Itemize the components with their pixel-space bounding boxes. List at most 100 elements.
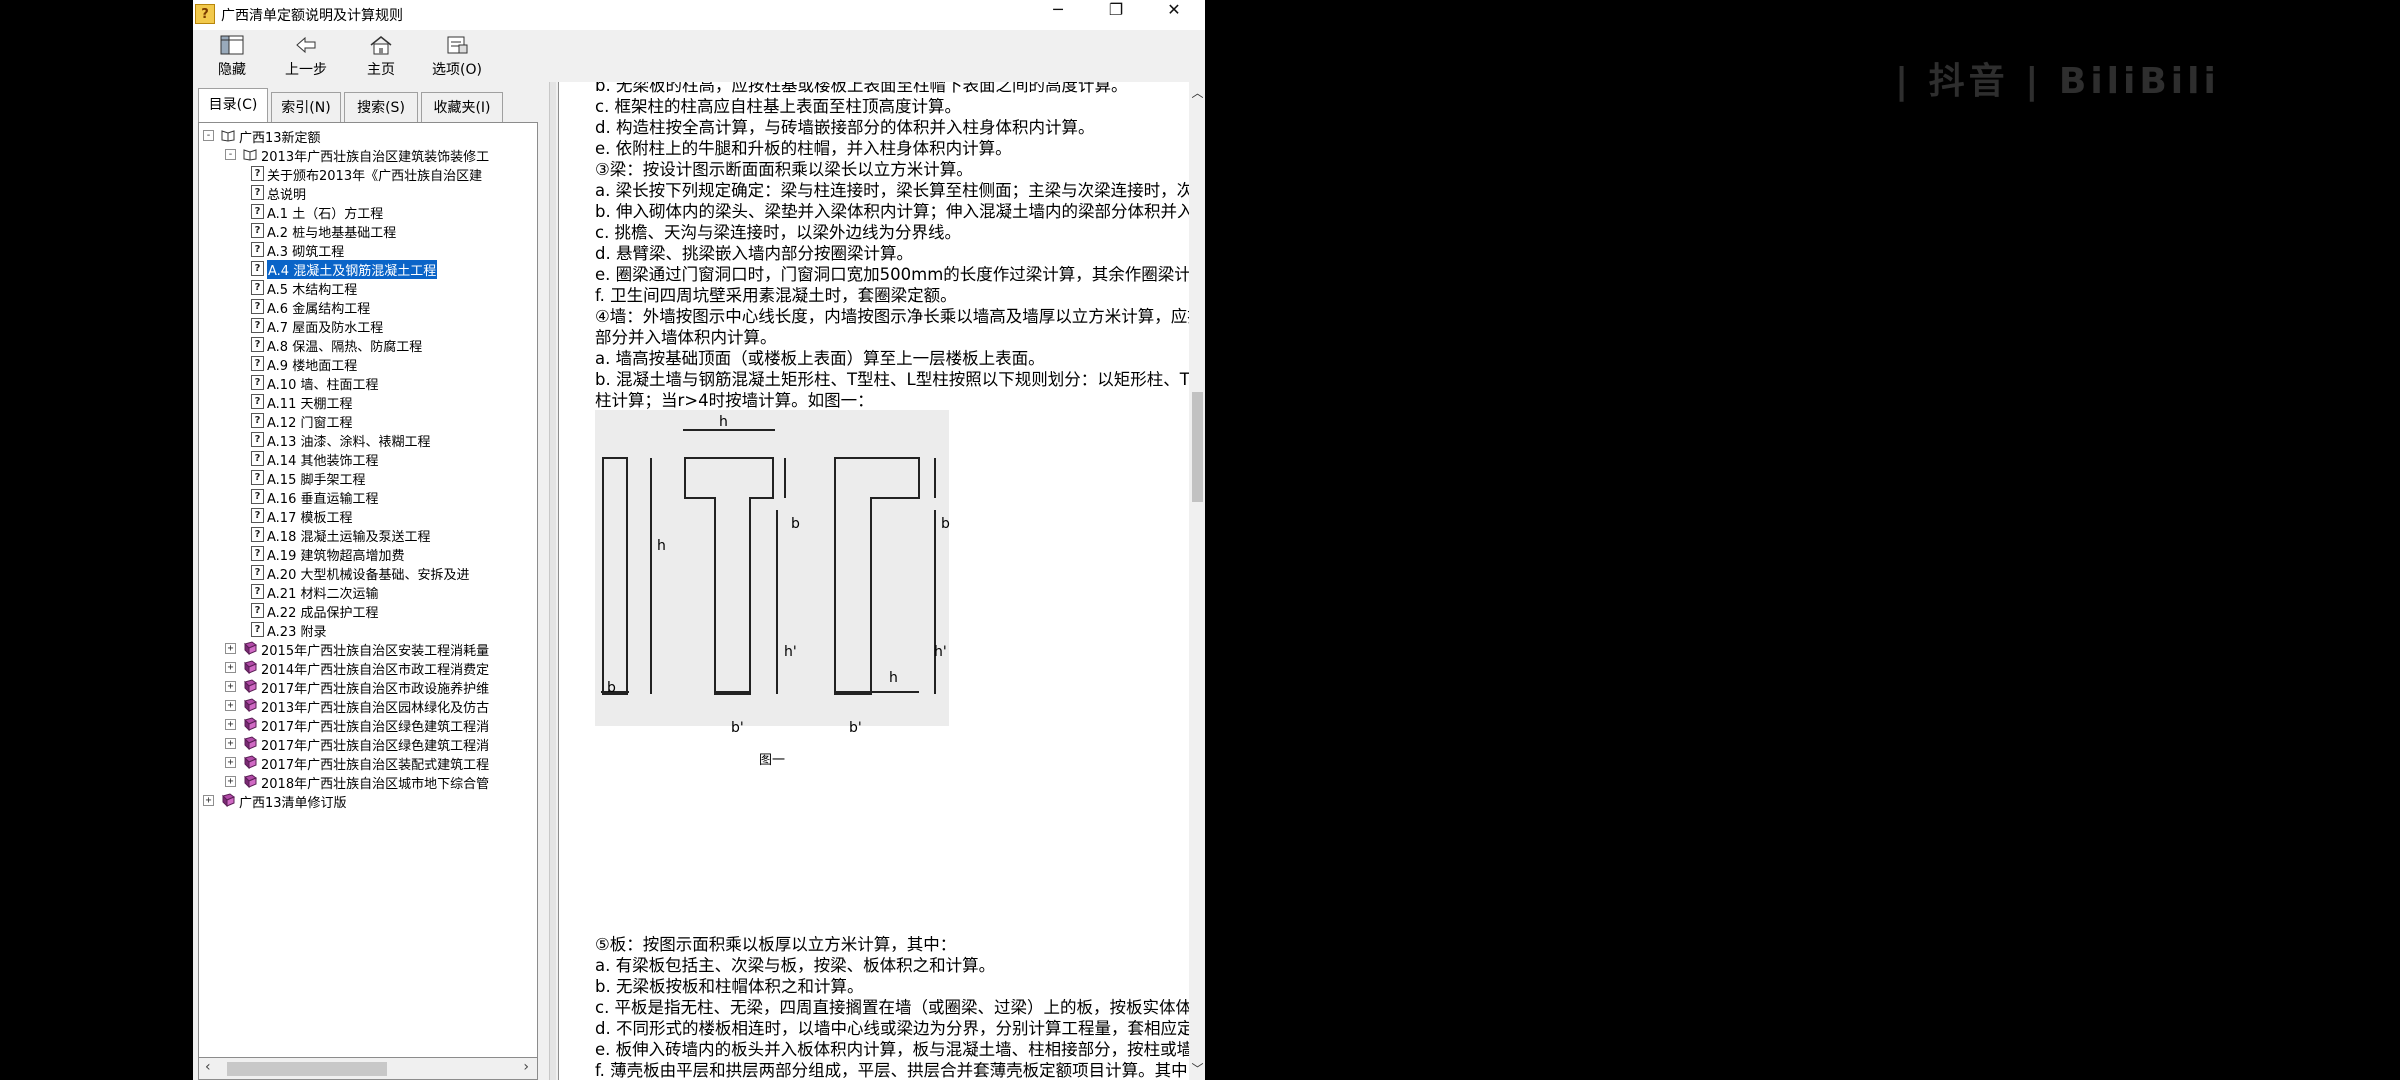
figure-label-b: b	[607, 680, 616, 696]
help-page-icon: ?	[251, 356, 264, 371]
tab-index[interactable]: 索引(N)	[271, 92, 341, 122]
hide-pane-icon	[196, 34, 268, 58]
help-page-icon: ?	[251, 470, 264, 485]
help-page-icon: ?	[251, 318, 264, 333]
scroll-left-icon[interactable]: ‹	[205, 1059, 211, 1075]
scroll-down-icon[interactable]: ﹀	[1190, 1060, 1205, 1077]
figure-label-h: h	[657, 538, 666, 554]
tree-item-label: 2017年广西壮族自治区绿色建筑工程消	[261, 739, 490, 754]
scroll-thumb[interactable]	[227, 1062, 387, 1076]
video-watermark: | 抖音 | BiliBili	[1895, 61, 2220, 102]
content-line: e. 板伸入砖墙内的板头并入板体积内计算，板与混凝土墙、柱相接部分，按柱或墙计算…	[595, 1040, 1205, 1059]
help-page-icon: ?	[251, 204, 264, 219]
help-page-icon: ?	[251, 394, 264, 409]
help-page-icon: ?	[251, 375, 264, 390]
topic-content: b. 无梁板的柱高，应按柱基或楼板上表面至柱帽下表面之间的高度计算。 c. 框架柱…	[558, 82, 1205, 1080]
help-page-icon: ?	[251, 527, 264, 542]
expand-icon[interactable]: +	[225, 700, 236, 711]
tree-horizontal-scrollbar[interactable]: ‹ ›	[198, 1058, 538, 1080]
help-page-icon: ?	[251, 185, 264, 200]
help-page-icon: ?	[251, 489, 264, 504]
help-page-icon: ?	[251, 508, 264, 523]
expand-icon[interactable]: +	[225, 738, 236, 749]
figure-label-b-t: b	[791, 516, 800, 532]
closed-book-icon	[244, 736, 257, 750]
figure-label-bprime-t: b'	[731, 720, 744, 736]
scroll-thumb[interactable]	[1192, 392, 1203, 502]
expand-icon[interactable]: +	[225, 681, 236, 692]
toolbar: 隐藏 上一步 主页 选项(O)	[193, 30, 1205, 80]
help-page-icon: ?	[251, 546, 264, 561]
tree-item-label: A.3 砌筑工程	[267, 245, 345, 260]
tree-item-label: A.18 混凝土运输及泵送工程	[267, 530, 431, 545]
help-page-icon: ?	[251, 622, 264, 637]
content-line: d. 悬臂梁、挑梁嵌入墙内部分按圈梁计算。	[595, 244, 913, 263]
help-page-icon: ?	[251, 451, 264, 466]
hide-label: 隐藏	[218, 62, 246, 78]
window-title: 广西清单定额说明及计算规则	[221, 8, 403, 24]
content-vertical-scrollbar[interactable]: ︿ ﹀	[1189, 82, 1205, 1080]
open-book-icon	[243, 149, 257, 161]
back-button[interactable]: 上一步	[270, 32, 342, 78]
tree-item-label: A.21 材料二次运输	[267, 587, 379, 602]
tree-item-label: A.6 金属结构工程	[267, 302, 371, 317]
closed-book-icon	[244, 679, 257, 693]
help-page-icon: ?	[251, 280, 264, 295]
help-page-icon: ?	[251, 299, 264, 314]
figure-label-hprime-t: h'	[784, 644, 797, 660]
tree-item-label: 2013年广西壮族自治区园林绿化及仿古	[261, 701, 490, 716]
content-line: 柱计算；当r>4时按墙计算。如图一：	[595, 391, 874, 410]
expand-icon[interactable]: +	[225, 719, 236, 730]
tree-item-label: A.10 墙、柱面工程	[267, 378, 379, 393]
tab-contents[interactable]: 目录(C)	[198, 88, 268, 122]
expand-icon[interactable]: +	[225, 757, 236, 768]
content-line: a. 墙高按基础顶面（或楼板上表面）算至上一层楼板上表面。	[595, 349, 1045, 368]
tree-item-label: 2014年广西壮族自治区市政工程消费定	[261, 663, 490, 678]
options-label: 选项(O)	[432, 62, 482, 78]
help-window: ? 广西清单定额说明及计算规则 ─ ❐ ✕ 隐藏 上一步 主页 选项(O) 目录…	[193, 0, 1205, 1080]
pane-splitter[interactable]	[549, 82, 556, 1080]
tree-item-label: 广西13清单修订版	[239, 796, 347, 811]
minimize-button[interactable]: ─	[1029, 0, 1087, 30]
collapse-icon[interactable]: -	[225, 149, 236, 160]
content-line: b. 混凝土墙与钢筋混凝土矩形柱、T型柱、L型柱按照以下规则划分：以矩形柱、T型…	[595, 370, 1205, 389]
home-button[interactable]: 主页	[345, 32, 417, 78]
tree-item-label: 广西13新定额	[239, 131, 321, 146]
tree-item-label: A.17 模板工程	[267, 511, 353, 526]
expand-icon[interactable]: +	[203, 795, 214, 806]
tree-item-label: A.7 屋面及防水工程	[267, 321, 384, 336]
scroll-right-icon[interactable]: ›	[523, 1059, 529, 1075]
tree-item-label: A.5 木结构工程	[267, 283, 358, 298]
collapse-icon[interactable]: -	[203, 130, 214, 141]
figure-label-hprime-l: h'	[934, 644, 947, 660]
content-line: 部分并入墙体积内计算。	[595, 328, 777, 347]
closed-book-icon	[244, 641, 257, 655]
tree-item-label: 2017年广西壮族自治区装配式建筑工程	[261, 758, 490, 773]
content-line: ③梁：按设计图示断面面积乘以梁长以立方米计算。	[595, 160, 973, 179]
closed-book-icon	[244, 755, 257, 769]
options-button[interactable]: 选项(O)	[421, 32, 493, 78]
options-icon	[421, 34, 493, 58]
close-button[interactable]: ✕	[1145, 0, 1203, 30]
content-line: c. 挑檐、天沟与梁连接时，以梁外边线为分界线。	[595, 223, 962, 242]
figure-label-bprime-l: b'	[849, 720, 862, 736]
content-line: f. 卫生间四周坑壁采用素混凝土时，套圈梁定额。	[595, 286, 957, 305]
tree-item-label: 2018年广西壮族自治区城市地下综合管	[261, 777, 490, 792]
content-line: e. 依附柱上的牛腿和升板的柱帽，并入柱身体积内计算。	[595, 139, 1012, 158]
home-icon	[345, 34, 417, 58]
tree-item-label: A.13 油漆、涂料、裱糊工程	[267, 435, 431, 450]
tree-item-label: 2013年广西壮族自治区建筑装饰装修工	[261, 150, 490, 165]
contents-tree[interactable]: - 广西13新定额 -2013年广西壮族自治区建筑装饰装修工? 关于颁布2013年《广…	[198, 122, 538, 1058]
tree-item-label: A.20 大型机械设备基础、安拆及进	[267, 568, 470, 583]
content-line: f. 薄壳板由平层和拱层两部分组成，平层、拱层合并套薄壳板定额项目计算。其中的预…	[595, 1061, 1205, 1080]
tab-favorites[interactable]: 收藏夹(I)	[421, 92, 503, 122]
expand-icon[interactable]: +	[225, 662, 236, 673]
expand-icon[interactable]: +	[225, 643, 236, 654]
content-line: a. 梁长按下列规定确定：梁与柱连接时，梁长算至柱侧面；主梁与次梁连接时，次梁长…	[595, 181, 1205, 200]
restore-button[interactable]: ❐	[1087, 0, 1145, 30]
home-label: 主页	[367, 62, 395, 78]
scroll-up-icon[interactable]: ︿	[1190, 84, 1205, 101]
tab-search[interactable]: 搜索(S)	[344, 92, 418, 122]
hide-button[interactable]: 隐藏	[196, 32, 268, 78]
expand-icon[interactable]: +	[225, 776, 236, 787]
